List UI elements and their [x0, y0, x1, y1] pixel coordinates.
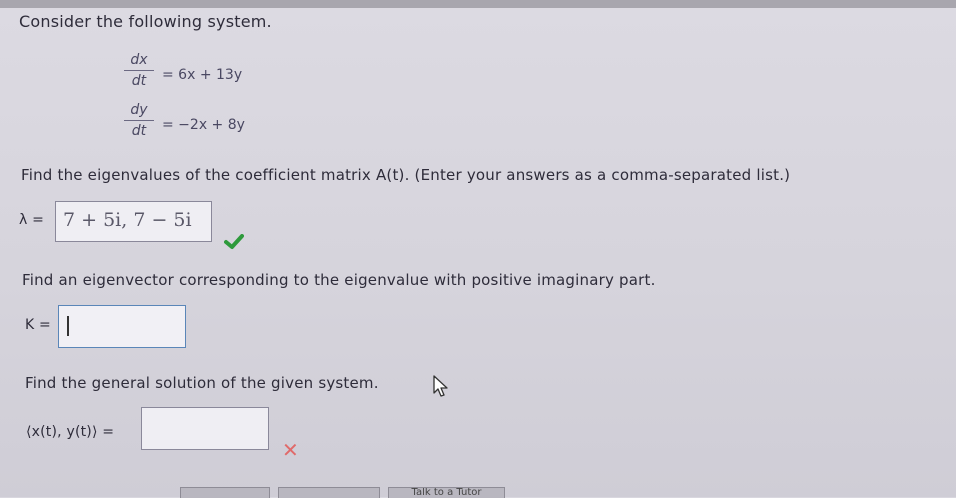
- talk-to-tutor-button[interactable]: Talk to a Tutor: [388, 487, 505, 498]
- equation-2-rhs: = −2x + 8y: [162, 117, 245, 133]
- correct-check-icon: [224, 234, 244, 249]
- question-general-solution: Find the general solution of the given s…: [25, 374, 379, 392]
- page: Consider the following system. dx dt = 6…: [0, 0, 956, 498]
- fraction-denominator: dt: [131, 73, 147, 89]
- incorrect-x-icon: ✕: [282, 438, 299, 462]
- equation-1-rhs: = 6x + 13y: [162, 67, 243, 83]
- question-eigenvector: Find an eigenvector corresponding to the…: [22, 271, 656, 289]
- mouse-pointer-icon: [433, 375, 448, 397]
- eigenvalue-answer-value: 7 + 5i, 7 − 5i: [63, 209, 192, 231]
- fraction-numerator: dy: [130, 102, 148, 118]
- question-eigenvalues: Find the eigenvalues of the coefficient …: [21, 166, 791, 184]
- fraction-denominator: dt: [131, 123, 147, 139]
- footer-button-1[interactable]: [180, 487, 270, 498]
- talk-to-tutor-label: Talk to a Tutor: [411, 487, 482, 498]
- footer-button-2[interactable]: [278, 487, 380, 498]
- text-caret: [67, 316, 69, 336]
- k-label: K =: [25, 317, 51, 333]
- eigenvector-answer-field[interactable]: [58, 305, 186, 348]
- fraction-bar: [124, 120, 154, 121]
- derivative-dy-dt: dy dt: [124, 102, 154, 140]
- problem-prompt: Consider the following system.: [19, 12, 272, 31]
- lambda-label: λ =: [19, 212, 45, 228]
- fraction-bar: [124, 70, 154, 71]
- general-solution-answer-field[interactable]: [141, 407, 269, 450]
- solution-label: ⟨x(t), y(t)⟩ =: [26, 424, 115, 440]
- top-divider: [0, 0, 956, 8]
- derivative-dx-dt: dx dt: [124, 52, 154, 90]
- fraction-numerator: dx: [130, 52, 148, 68]
